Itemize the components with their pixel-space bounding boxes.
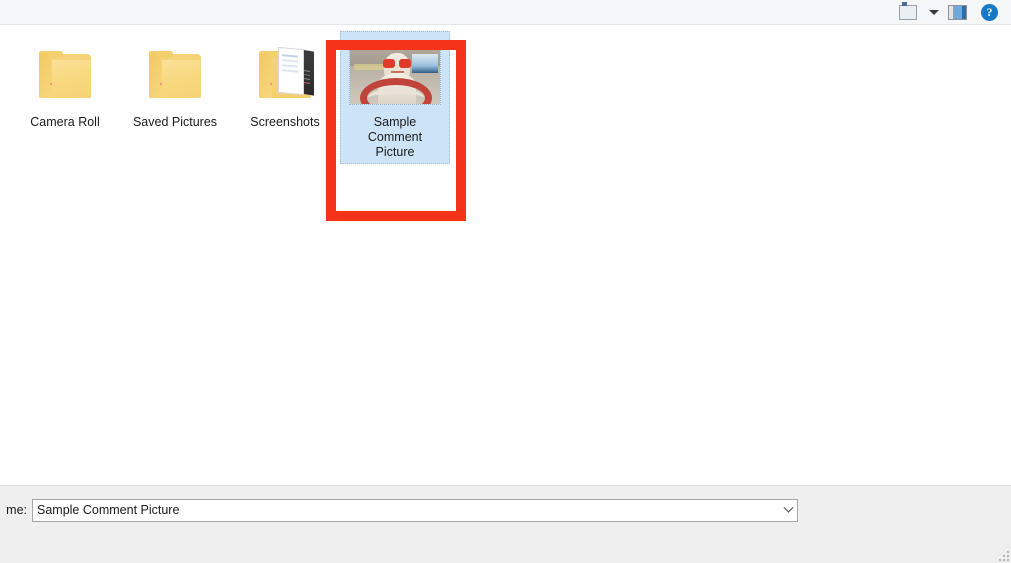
folder-icon xyxy=(37,46,93,100)
chevron-down-icon xyxy=(783,502,794,513)
dialog-bottom-bar: me: Sample Comment Picture All Files Ope… xyxy=(0,485,1011,563)
dialog-toolbar: r ? xyxy=(0,0,1011,25)
filename-value[interactable]: Sample Comment Picture xyxy=(33,503,780,517)
help-button[interactable]: ? xyxy=(970,2,998,22)
folder-with-documents-icon xyxy=(257,46,314,100)
filename-input[interactable]: Sample Comment Picture xyxy=(32,498,798,522)
file-open-dialog: r ? xyxy=(0,0,1011,563)
file-list-area[interactable]: Camera Roll Saved Pictures Screenshots S… xyxy=(0,25,1011,485)
preview-pane-button[interactable] xyxy=(948,2,967,22)
filename-dropdown-button[interactable] xyxy=(780,500,797,521)
preview-pane-icon xyxy=(948,4,967,20)
file-thumbnail xyxy=(349,37,441,109)
help-icon: ? xyxy=(981,3,998,21)
filename-row: me: Sample Comment Picture xyxy=(0,498,1011,522)
file-item-label: Sample Comment Picture xyxy=(367,115,423,159)
file-item-screenshots[interactable]: Screenshots xyxy=(230,31,340,164)
file-thumbnail xyxy=(37,37,93,109)
file-item-saved-pictures[interactable]: Saved Pictures xyxy=(120,31,230,164)
image-thumbnail-icon xyxy=(349,41,441,105)
file-item-label: Screenshots xyxy=(250,115,320,129)
view-mode-dropdown-button[interactable] xyxy=(920,2,945,22)
resize-grip[interactable] xyxy=(996,548,1009,561)
view-mode-button[interactable] xyxy=(899,2,917,22)
file-item-sample-comment-picture[interactable]: Sample Comment Picture xyxy=(340,31,450,164)
file-item-label: Saved Pictures xyxy=(132,115,218,129)
file-thumbnail xyxy=(147,37,203,109)
file-thumbnail xyxy=(257,37,314,109)
file-item-label: Camera Roll xyxy=(30,115,100,129)
file-item-camera-roll[interactable]: Camera Roll xyxy=(10,31,120,164)
folder-icon xyxy=(147,46,203,100)
view-mode-icon xyxy=(899,4,917,20)
file-grid: Camera Roll Saved Pictures Screenshots S… xyxy=(0,31,1011,164)
filename-label: me: xyxy=(6,503,27,517)
chevron-down-icon xyxy=(929,9,939,15)
